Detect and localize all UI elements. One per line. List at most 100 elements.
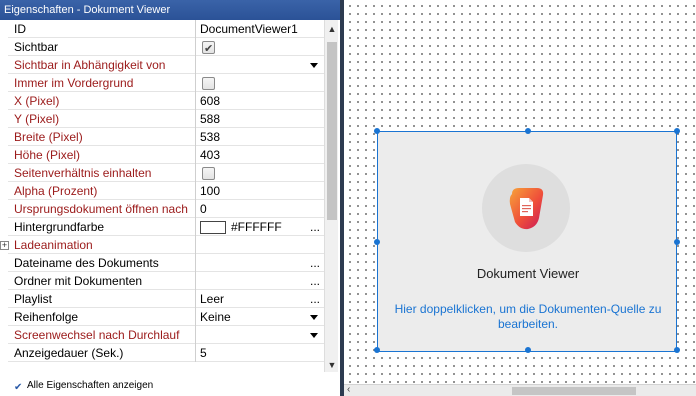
property-row[interactable]: Ursprungsdokument öffnen nach 0 — [8, 200, 324, 218]
resize-handle-bottom-right[interactable] — [674, 347, 680, 353]
property-value[interactable]: 100 — [197, 182, 324, 200]
property-row[interactable]: Dateiname des Dokuments... — [8, 254, 324, 272]
property-value-text: 608 — [200, 94, 221, 108]
ellipsis-button[interactable]: ... — [310, 272, 320, 290]
checkbox-icon[interactable]: ✔ — [14, 381, 24, 393]
horizontal-scroll-thumb[interactable] — [512, 387, 636, 395]
dropdown-arrow-icon[interactable] — [310, 333, 318, 338]
ellipsis-button[interactable]: ... — [310, 254, 320, 272]
property-name: Immer im Vordergrund — [8, 74, 196, 92]
property-value[interactable]: 608 — [197, 92, 324, 110]
canvas-horizontal-scrollbar[interactable]: ‹ — [344, 384, 696, 396]
property-row[interactable]: Höhe (Pixel) 403 — [8, 146, 324, 164]
property-value[interactable]: 5 — [197, 344, 324, 362]
checkbox-icon[interactable] — [202, 167, 215, 180]
property-row[interactable]: Reihenfolge Keine — [8, 308, 324, 326]
property-value[interactable] — [197, 326, 324, 344]
property-value-text: 5 — [200, 346, 207, 360]
property-row[interactable]: X (Pixel) 608 — [8, 92, 324, 110]
property-row[interactable]: Screenwechsel nach Durchlauf — [8, 326, 324, 344]
resize-handle-bottom-left[interactable] — [374, 347, 380, 353]
property-value-text: 100 — [200, 184, 221, 198]
resize-handle-bottom[interactable] — [525, 347, 531, 353]
property-name: Reihenfolge — [8, 308, 196, 326]
scroll-left-icon[interactable]: ‹ — [347, 384, 350, 395]
property-row[interactable]: Seitenverhältnis einhalten — [8, 164, 324, 182]
show-all-label: Alle Eigenschaften anzeigen — [27, 380, 154, 391]
document-viewer-widget[interactable]: Dokument Viewer Hier doppelklicken, um d… — [374, 128, 680, 353]
resize-handle-top-right[interactable] — [674, 128, 680, 134]
checkbox-icon[interactable] — [202, 77, 215, 90]
property-row[interactable]: Y (Pixel) 588 — [8, 110, 324, 128]
resize-handle-top-left[interactable] — [374, 128, 380, 134]
property-row[interactable]: Sichtbar ✔ — [8, 38, 324, 56]
property-name: Ladeanimation — [8, 236, 196, 254]
property-row[interactable]: Sichtbar in Abhängigkeit von — [8, 56, 324, 74]
color-value: #FFFFFF — [231, 220, 282, 234]
property-value-text: Keine — [200, 310, 231, 324]
property-value[interactable]: ... — [197, 272, 324, 290]
property-name: Breite (Pixel) — [8, 128, 196, 146]
scroll-down-icon[interactable]: ▼ — [327, 360, 337, 370]
property-name: Hintergrundfarbe — [8, 218, 196, 236]
ellipsis-button[interactable]: ... — [310, 290, 320, 308]
property-grid: ID DocumentViewer1 Sichtbar ✔ Sichtbar in Ab… — [0, 20, 324, 372]
property-name: Sichtbar — [8, 38, 196, 56]
scroll-thumb[interactable] — [327, 42, 337, 220]
property-row[interactable]: Immer im Vordergrund — [8, 74, 324, 92]
property-name: Ursprungsdokument öffnen nach — [8, 200, 196, 218]
color-swatch[interactable] — [200, 221, 226, 234]
property-name: Screenwechsel nach Durchlauf — [8, 326, 196, 344]
property-value[interactable] — [197, 164, 324, 182]
property-value[interactable]: 0 — [197, 200, 324, 218]
property-row[interactable]: + Ladeanimation — [0, 236, 324, 254]
checkbox-icon[interactable]: ✔ — [202, 41, 215, 55]
property-value[interactable]: ✔ — [197, 38, 324, 56]
property-row[interactable]: Ordner mit Dokumenten... — [8, 272, 324, 290]
property-value[interactable] — [197, 56, 324, 74]
property-row[interactable]: Anzeigedauer (Sek.) 5 — [8, 344, 324, 362]
property-row[interactable]: Playlist Leer... — [8, 290, 324, 308]
property-row[interactable]: Hintergrundfarbe #FFFFFF... — [8, 218, 324, 236]
property-value-text: DocumentViewer1 — [200, 22, 298, 36]
resize-handle-right[interactable] — [674, 239, 680, 245]
ellipsis-button[interactable]: ... — [310, 218, 320, 236]
property-name: Sichtbar in Abhängigkeit von — [8, 56, 196, 74]
property-value[interactable]: DocumentViewer1 — [197, 20, 324, 38]
property-value[interactable]: 588 — [197, 110, 324, 128]
property-value-text: 403 — [200, 148, 221, 162]
scroll-up-icon[interactable]: ▲ — [327, 24, 337, 34]
dropdown-arrow-icon[interactable] — [310, 63, 318, 68]
property-row[interactable]: Alpha (Prozent) 100 — [8, 182, 324, 200]
property-name: Seitenverhältnis einhalten — [8, 164, 196, 182]
property-value[interactable] — [197, 236, 324, 254]
document-icon — [509, 188, 544, 230]
dropdown-arrow-icon[interactable] — [310, 315, 318, 320]
property-value[interactable]: #FFFFFF... — [197, 218, 324, 236]
property-value-text: 0 — [200, 202, 207, 216]
property-value-text: 538 — [200, 130, 221, 144]
property-row[interactable]: Breite (Pixel) 538 — [8, 128, 324, 146]
widget-title: Dokument Viewer — [476, 266, 580, 281]
document-viewer-logo — [482, 164, 570, 252]
property-name: Ordner mit Dokumenten — [8, 272, 196, 290]
property-value[interactable]: 538 — [197, 128, 324, 146]
property-name: ID — [8, 20, 196, 38]
property-value[interactable]: ... — [197, 254, 324, 272]
property-value[interactable]: Leer... — [197, 290, 324, 308]
property-row[interactable]: ID DocumentViewer1 — [8, 20, 324, 38]
property-name: Playlist — [8, 290, 196, 308]
property-name: Anzeigedauer (Sek.) — [8, 344, 196, 362]
panel-title: Eigenschaften - Dokument Viewer — [0, 0, 340, 20]
widget-hint: Hier doppelklicken, um die Dokumenten-Qu… — [394, 302, 662, 331]
property-value-text: 588 — [200, 112, 221, 126]
property-value[interactable]: 403 — [197, 146, 324, 164]
property-value[interactable]: Keine — [197, 308, 324, 326]
property-scrollbar[interactable]: ▲ ▼ — [324, 20, 338, 372]
property-name: Dateiname des Dokuments — [8, 254, 196, 272]
property-value[interactable] — [197, 74, 324, 92]
resize-handle-left[interactable] — [374, 239, 380, 245]
property-value-text: Leer — [200, 292, 225, 306]
resize-handle-top[interactable] — [525, 128, 531, 134]
properties-panel: Eigenschaften - Dokument Viewer ID Docume… — [0, 0, 340, 396]
